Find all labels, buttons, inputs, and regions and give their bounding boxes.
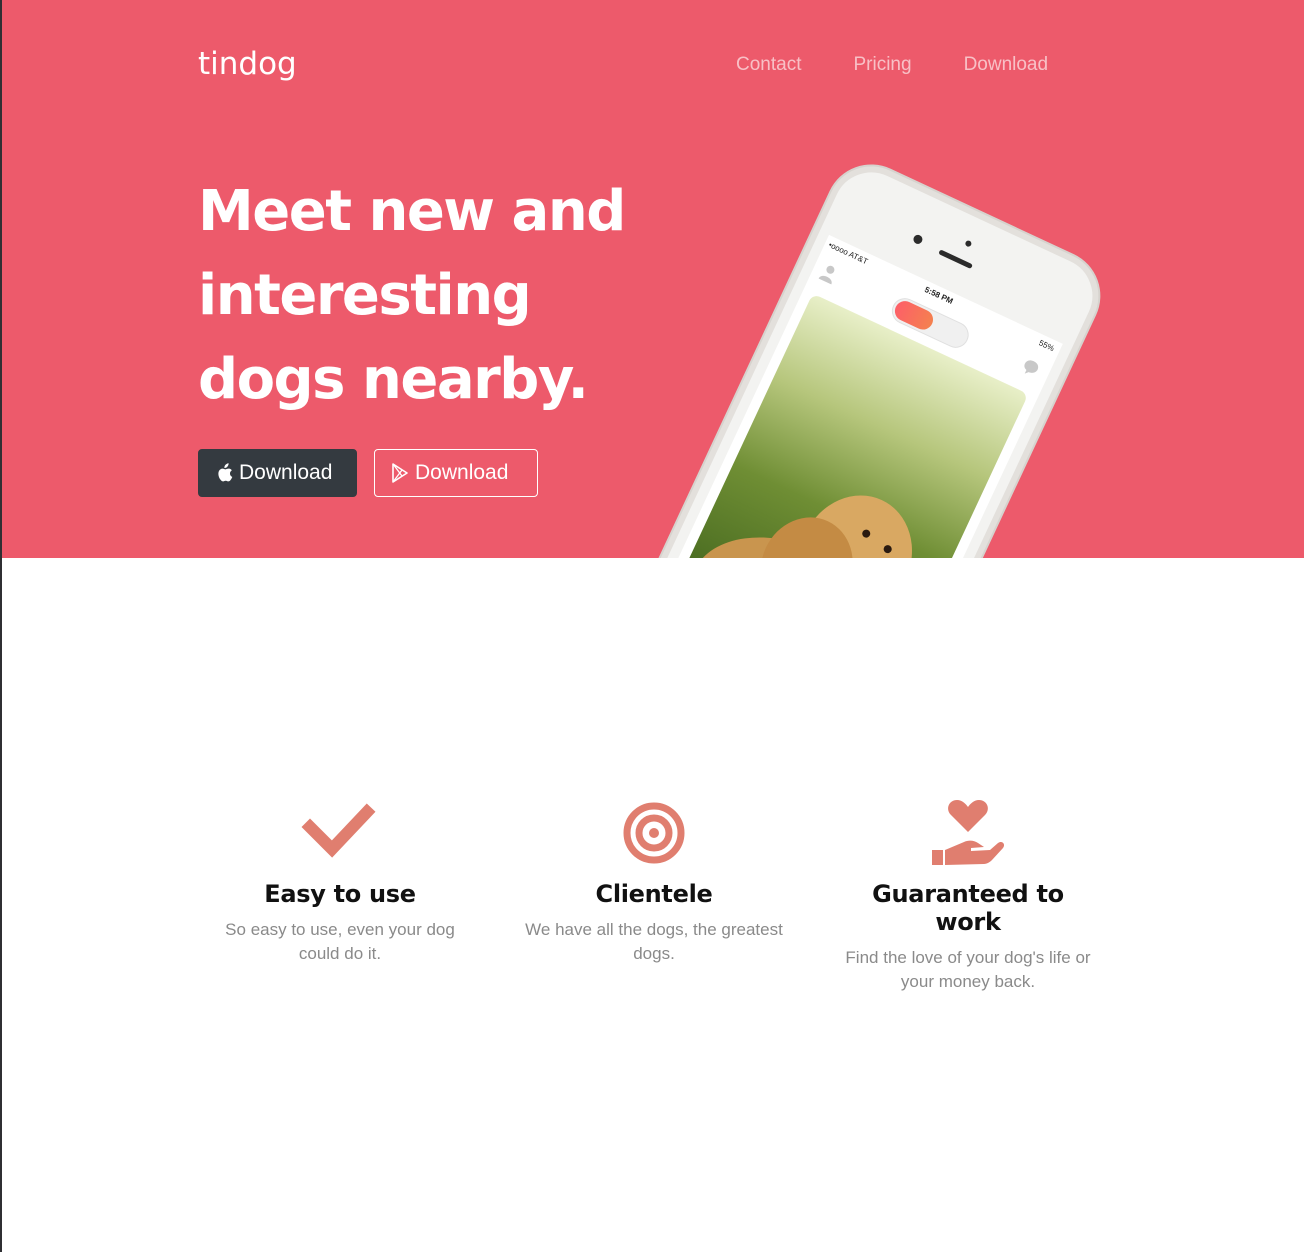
headline-line: Meet new and	[198, 179, 626, 244]
apple-download-button[interactable]: Download	[198, 449, 357, 497]
feature-text: So easy to use, even your dog could do i…	[225, 920, 455, 963]
nav-link-contact[interactable]: Contact	[736, 54, 801, 76]
feature-title: Guaranteed to work	[872, 880, 1064, 936]
battery-label: 55%	[1037, 338, 1056, 354]
headline-line: dogs nearby.	[198, 347, 589, 412]
page: tindog Contact Pricing Download Meet new…	[0, 0, 1304, 1252]
heart-hand-icon	[932, 800, 1005, 865]
profile-icon	[818, 265, 835, 285]
feature-title: Clientele	[595, 880, 713, 908]
google-play-icon	[392, 463, 408, 483]
hero-section: tindog Contact Pricing Download Meet new…	[2, 0, 1304, 558]
brand-logo[interactable]: tindog	[198, 46, 297, 82]
top-nav: Contact Pricing Download	[736, 54, 1048, 76]
apple-download-label: Download	[239, 461, 333, 484]
flame-toggle-knob	[891, 297, 937, 333]
chat-icon	[1024, 360, 1039, 374]
apple-icon	[218, 463, 233, 482]
phone-sensor	[964, 239, 973, 248]
phone-camera	[911, 233, 924, 246]
features-section: Easy to use So easy to use, even your do…	[0, 790, 1304, 1030]
checkmark-icon	[301, 803, 376, 858]
nav-link-pricing[interactable]: Pricing	[853, 54, 911, 76]
hero-headline: Meet new and interesting dogs nearby.	[198, 170, 718, 422]
window-edge	[0, 0, 2, 1252]
phone-speaker	[938, 249, 973, 270]
google-play-download-button[interactable]: Download	[374, 449, 538, 497]
headline-line: interesting	[198, 263, 532, 328]
feature-text: We have all the dogs, the greatest dogs.	[525, 920, 783, 963]
feature-title: Easy to use	[264, 880, 416, 908]
target-icon	[623, 802, 685, 864]
feature-text: Find the love of your dog's life or your…	[845, 948, 1091, 991]
google-play-download-label: Download	[415, 461, 509, 484]
nav-link-download[interactable]: Download	[964, 54, 1049, 76]
